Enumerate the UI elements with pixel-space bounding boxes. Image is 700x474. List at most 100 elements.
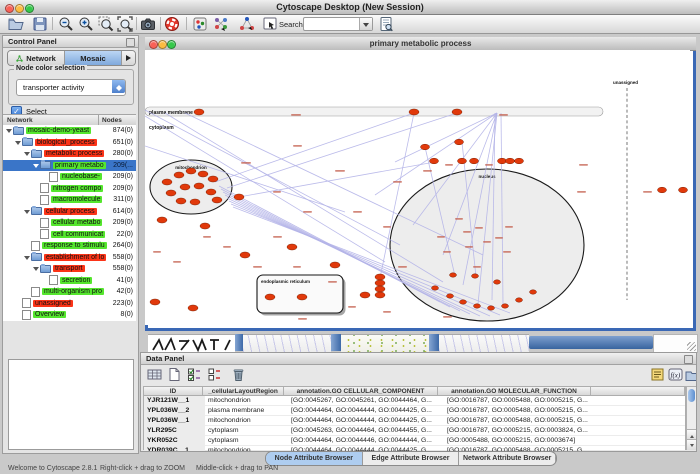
zoom-selected-region-icon[interactable]	[98, 16, 114, 32]
expand-triangle-icon[interactable]	[6, 127, 13, 134]
tree-item[interactable]: primary metabo209(...	[3, 160, 136, 172]
minimized-window-2-titlebar[interactable]	[235, 334, 243, 351]
network-node[interactable]	[174, 172, 184, 178]
network-node[interactable]	[498, 158, 507, 164]
table-cell[interactable]: YJR121W__1	[144, 396, 205, 405]
zoom-in-icon[interactable]	[78, 16, 94, 32]
scrollbar-thumb[interactable]	[688, 389, 695, 402]
network-node[interactable]	[494, 280, 501, 284]
network-node[interactable]	[176, 198, 186, 204]
tab-network[interactable]: Network	[8, 51, 65, 65]
network-node[interactable]	[458, 158, 467, 164]
expand-triangle-icon[interactable]	[33, 162, 40, 169]
zoom-fit-icon[interactable]	[117, 16, 133, 32]
search-input[interactable]	[305, 18, 361, 28]
network-node[interactable]	[360, 292, 370, 298]
tree-item[interactable]: secretion41(0)	[3, 275, 136, 287]
tree-item[interactable]: cellular metabo209(0)	[3, 217, 136, 229]
network-node[interactable]	[658, 187, 667, 193]
table-cell[interactable]: YPL036W__2	[144, 406, 205, 415]
delete-attribute-icon[interactable]	[231, 367, 246, 382]
network-canvas[interactable]: plasma membranecytoplasmmitochondrionnuc…	[145, 50, 690, 325]
network-node[interactable]	[208, 176, 218, 182]
snapshot-camera-icon[interactable]	[140, 16, 156, 32]
network-edge[interactable]	[395, 113, 497, 162]
network-node[interactable]	[240, 252, 250, 258]
network-node[interactable]	[188, 305, 198, 311]
network-node[interactable]	[200, 223, 210, 229]
network-node[interactable]	[450, 273, 457, 277]
zoom-window-icon[interactable]	[25, 4, 34, 13]
network-node[interactable]	[212, 197, 222, 203]
tab-mosaic[interactable]: Mosaic	[65, 51, 122, 65]
network-node[interactable]	[679, 187, 688, 193]
new-attribute-icon[interactable]	[167, 367, 182, 382]
table-row[interactable]: YPL036W__2plasma membrane[GO:0044464, GO…	[144, 406, 685, 416]
network-node[interactable]	[421, 144, 430, 150]
tree-item[interactable]: biological_process651(0)	[3, 137, 136, 149]
network-node[interactable]	[430, 158, 439, 164]
table-row[interactable]: YKR052Ccytoplasm[GO:0044464, GO:0044446,…	[144, 436, 685, 446]
table-row[interactable]: YPL036W__1mitochondrion[GO:0044464, GO:0…	[144, 416, 685, 426]
tree-item[interactable]: nucleobase-209(0)	[3, 171, 136, 183]
network-node[interactable]	[194, 109, 204, 115]
network-node[interactable]	[432, 286, 439, 290]
network-node[interactable]	[502, 304, 509, 308]
network-node[interactable]	[186, 168, 196, 174]
network-node[interactable]	[190, 199, 200, 205]
network-node[interactable]	[447, 294, 454, 298]
network-node[interactable]	[297, 294, 307, 300]
network-edge[interactable]	[239, 162, 435, 197]
table-cell[interactable]: YPL036W__1	[144, 416, 205, 425]
network-node[interactable]	[375, 280, 385, 286]
table-cell[interactable]: [GO:0045267, GO:0045261, GO:0044464, G..…	[288, 396, 444, 405]
network-node[interactable]	[330, 262, 340, 268]
network-node[interactable]	[287, 244, 297, 250]
network-window-titlebar[interactable]: primary metabolic process	[145, 37, 696, 51]
float-panel-icon[interactable]	[126, 38, 135, 47]
network-node[interactable]	[530, 290, 537, 294]
expand-triangle-icon[interactable]	[24, 254, 31, 261]
network-node[interactable]	[488, 306, 495, 310]
column-header[interactable]: _cellularLayoutRegion	[203, 387, 284, 395]
expand-triangle-icon[interactable]	[33, 265, 40, 272]
node-color-dropdown[interactable]: transporter activity	[16, 79, 126, 96]
more-tabs-icon[interactable]	[122, 51, 135, 65]
network-node[interactable]	[162, 179, 172, 185]
network-node[interactable]	[506, 158, 515, 164]
network-overview-panel[interactable]	[8, 359, 134, 450]
help-lifesaver-icon[interactable]	[164, 16, 180, 32]
network-node[interactable]	[472, 274, 479, 278]
tab-node-attribute-browser[interactable]: Node Attribute Browser	[266, 452, 363, 465]
network-node[interactable]	[470, 158, 479, 164]
unselect-attributes-icon[interactable]	[207, 367, 222, 382]
minimized-window-1[interactable]	[148, 334, 235, 352]
attribute-grid-icon[interactable]	[147, 367, 162, 382]
zoom-out-icon[interactable]	[58, 16, 74, 32]
tree-item[interactable]: mosaic-demo-yeast874(0)	[3, 125, 136, 137]
network-node[interactable]	[234, 194, 244, 200]
tree-item[interactable]: response to stimulu264(0)	[3, 240, 136, 252]
network-node[interactable]	[198, 171, 208, 177]
table-cell[interactable]: [GO:0016787, GO:0005488, GO:0005215, G..…	[444, 396, 599, 405]
function-builder-icon[interactable]: f(x)	[668, 367, 683, 382]
tree-item[interactable]: cellular process614(0)	[3, 206, 136, 218]
minimized-window-5-titlebar[interactable]	[529, 336, 653, 349]
table-cell[interactable]: mitochondrion	[205, 396, 288, 405]
table-cell[interactable]: cytoplasm	[205, 426, 288, 435]
table-cell[interactable]: [GO:0016787, GO:0005488, GO:0005215, G..…	[444, 416, 599, 425]
tree-item[interactable]: metabolic process280(0)	[3, 148, 136, 160]
table-cell[interactable]: [GO:0016787, GO:0005215, GO:0003824, G..…	[444, 426, 599, 435]
table-cell[interactable]: YLR295C	[144, 426, 205, 435]
minimized-window-4-preview[interactable]	[439, 334, 529, 353]
table-cell[interactable]: [GO:0045263, GO:0044464, GO:0044455, G..…	[288, 426, 444, 435]
scroll-down-icon[interactable]	[687, 439, 696, 450]
tree-item[interactable]: nitrogen compo209(0)	[3, 183, 136, 195]
column-header[interactable]: ID	[144, 387, 203, 395]
column-header[interactable]: annotation.GO MOLECULAR_FUNCTION	[438, 387, 591, 395]
search-settings-icon[interactable]	[378, 16, 394, 32]
network-node[interactable]	[460, 300, 467, 304]
table-row[interactable]: YJR121W__1mitochondrion[GO:0045267, GO:0…	[144, 396, 685, 406]
expand-triangle-icon[interactable]	[15, 139, 22, 146]
network-edge[interactable]	[227, 113, 457, 188]
